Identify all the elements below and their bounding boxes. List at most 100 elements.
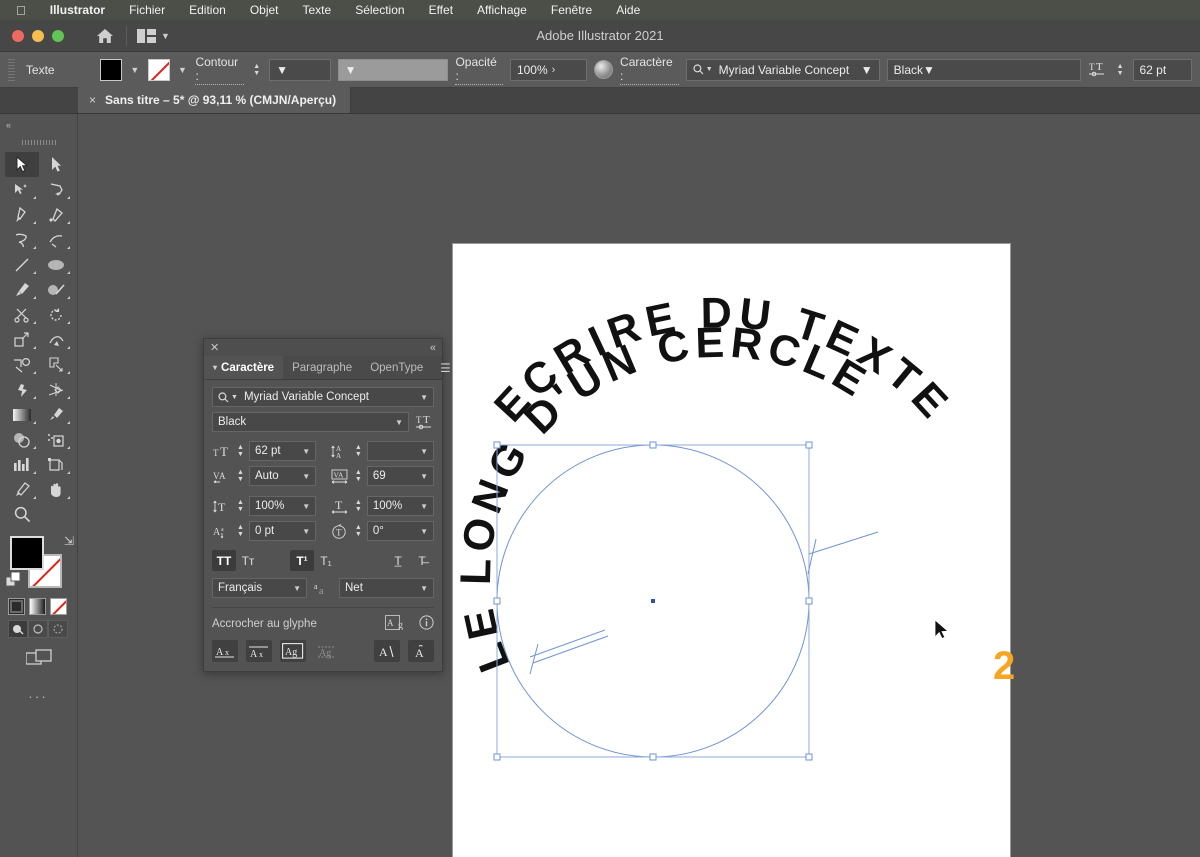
more-tools-button[interactable]: ... <box>0 668 77 701</box>
panel-menu-icon[interactable]: ☰ <box>432 356 458 379</box>
opacity-field[interactable]: 100% › <box>509 58 588 81</box>
menu-item-illustrator[interactable]: Illustrator <box>38 3 117 17</box>
perspective-grid-tool[interactable] <box>39 377 73 402</box>
vertical-scale-stepper[interactable]: ▲ ▼ <box>235 499 246 513</box>
stroke-profile-field[interactable]: ▼ <box>337 58 449 81</box>
language-field[interactable]: Français ▼ <box>212 578 307 598</box>
tools-panel-grip[interactable] <box>0 136 77 148</box>
selection-tool[interactable] <box>5 152 39 177</box>
menu-item-edition[interactable]: Edition <box>177 3 238 17</box>
horizontal-scale-stepper[interactable]: ▲ ▼ <box>353 499 364 513</box>
curvature-tool[interactable] <box>39 202 73 227</box>
stroke-weight-field[interactable]: ▼ <box>269 58 331 81</box>
rotate-tool[interactable] <box>39 302 73 327</box>
shaper-tool[interactable] <box>39 277 73 302</box>
snap-em-box-button[interactable]: Ag <box>280 640 306 662</box>
eyedropper-tool[interactable] <box>39 402 73 427</box>
snap-italic-angle-button[interactable]: A <box>374 640 400 662</box>
menu-item-selection[interactable]: Sélection <box>343 3 416 17</box>
menu-item-texte[interactable]: Texte <box>291 3 344 17</box>
font-style-field[interactable]: Black ▼ <box>886 58 1081 81</box>
panel-font-style-field[interactable]: Black ▼ <box>212 412 409 432</box>
free-transform-tool[interactable] <box>5 352 39 377</box>
vertical-scale-field[interactable]: 100% ▼ <box>249 496 317 516</box>
font-size-field[interactable]: 62 pt <box>1132 58 1192 81</box>
tracking-field[interactable]: 69 ▼ <box>366 466 434 486</box>
panel-close-icon[interactable]: ✕ <box>210 341 219 354</box>
anti-alias-field[interactable]: Net ▼ <box>339 578 434 598</box>
font-size-stepper[interactable]: ▲ ▼ <box>1115 63 1126 77</box>
draw-normal-button[interactable] <box>8 620 28 638</box>
recolor-artwork-icon[interactable] <box>594 60 614 79</box>
kerning-stepper[interactable]: ▲ ▼ <box>235 469 246 483</box>
lasso-tool[interactable] <box>39 177 73 202</box>
arrange-documents-button[interactable]: ▼ <box>137 28 170 43</box>
snap-none-button[interactable]: Ag <box>314 640 340 662</box>
variable-font-icon[interactable]: TT <box>414 415 434 430</box>
superscript-button[interactable]: T¹ <box>290 550 314 571</box>
artboard-tool[interactable] <box>39 452 73 477</box>
baseline-shift-field[interactable]: 0 pt ▼ <box>249 521 317 541</box>
snap-ag-icon[interactable]: Ag <box>385 615 407 633</box>
snap-x-height-button[interactable]: Ax <box>246 640 272 662</box>
paintbrush-tool[interactable] <box>5 277 39 302</box>
fill-color-swatch-large[interactable] <box>10 536 44 570</box>
maximize-window-button[interactable] <box>52 29 64 42</box>
magic-wand-tool[interactable] <box>5 177 39 202</box>
horizontal-scale-field[interactable]: 100% ▼ <box>366 496 434 516</box>
leading-stepper[interactable]: ▲ ▼ <box>353 444 364 458</box>
panel-font-family-field[interactable]: ▼ Myriad Variable Concept ▼ <box>212 387 434 407</box>
menu-item-fichier[interactable]: Fichier <box>117 3 177 17</box>
fill-chevron-down-icon[interactable]: ▼ <box>129 65 141 75</box>
tab-paragraphe[interactable]: Paragraphe <box>283 356 361 379</box>
character-label[interactable]: Caractère : <box>620 55 679 85</box>
character-rotation-field[interactable]: 0° ▼ <box>366 521 434 541</box>
default-fill-stroke-icon[interactable] <box>5 571 23 594</box>
underline-button[interactable]: T̲ <box>386 550 410 571</box>
font-family-field[interactable]: ▼ Myriad Variable Concept ▼ <box>685 58 880 81</box>
pen-tool[interactable] <box>5 202 39 227</box>
strikethrough-button[interactable]: T̶ <box>410 550 434 571</box>
menu-item-objet[interactable]: Objet <box>238 3 291 17</box>
snap-accent-button[interactable]: A <box>408 640 434 662</box>
menu-item-affichage[interactable]: Affichage <box>465 3 539 17</box>
gradient-tool[interactable] <box>5 402 39 427</box>
puppet-warp-tool[interactable] <box>39 352 73 377</box>
draw-behind-button[interactable] <box>28 620 48 638</box>
minimize-window-button[interactable] <box>32 29 44 42</box>
tab-caractere[interactable]: ▾ Caractère <box>204 356 284 379</box>
stroke-chevron-down-icon[interactable]: ▼ <box>177 65 189 75</box>
menu-item-fenetre[interactable]: Fenêtre <box>539 3 604 17</box>
info-icon[interactable] <box>419 615 434 633</box>
draw-inside-button[interactable] <box>48 620 68 638</box>
width-tool[interactable] <box>39 327 73 352</box>
opacity-options-icon[interactable]: › <box>548 64 556 76</box>
ellipse-tool[interactable] <box>39 252 73 277</box>
scissors-tool[interactable] <box>5 302 39 327</box>
gradient-button[interactable] <box>29 598 46 615</box>
close-icon[interactable]: × <box>89 93 96 107</box>
column-graph-tool[interactable] <box>5 452 39 477</box>
scale-tool[interactable] <box>5 327 39 352</box>
symbol-sprayer-tool[interactable] <box>39 427 73 452</box>
zoom-tool[interactable] <box>5 502 39 527</box>
type-tool[interactable] <box>5 227 39 252</box>
blend-tool[interactable] <box>5 427 39 452</box>
leading-field[interactable]: ▼ <box>366 441 434 461</box>
slice-tool[interactable] <box>5 477 39 502</box>
panel-collapse-icon[interactable]: « <box>430 342 436 354</box>
font-size-stepper[interactable]: ▲ ▼ <box>235 444 246 458</box>
document-tab[interactable]: × Sans titre – 5* @ 93,11 % (CMJN/Aperçu… <box>78 87 352 113</box>
shape-builder-tool[interactable] <box>5 377 39 402</box>
close-window-button[interactable] <box>12 29 24 42</box>
direct-selection-tool[interactable] <box>39 152 73 177</box>
small-caps-button[interactable]: Tᴛ <box>236 550 260 571</box>
stroke-color-swatch[interactable] <box>147 58 170 81</box>
screen-mode-button[interactable] <box>0 638 77 668</box>
swap-fill-stroke-icon[interactable]: ⇲ <box>64 534 74 548</box>
tools-panel-collapse-button[interactable]: « <box>0 114 77 136</box>
line-segment-tool[interactable] <box>39 227 73 252</box>
tab-opentype[interactable]: OpenType <box>361 356 432 379</box>
tracking-stepper[interactable]: ▲ ▼ <box>353 469 364 483</box>
hand-tool[interactable] <box>39 477 73 502</box>
